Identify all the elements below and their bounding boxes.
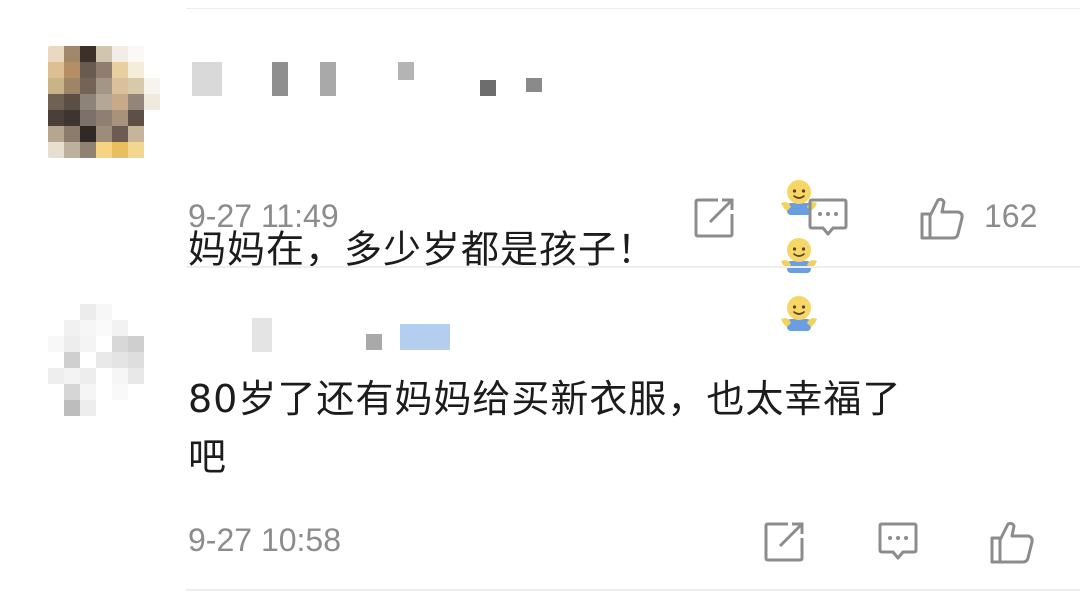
top-divider	[186, 8, 1080, 9]
thumbs-up-icon[interactable]	[988, 518, 1036, 566]
avatar[interactable]	[48, 46, 160, 158]
comment-timestamp: 9-27 11:49	[188, 198, 339, 234]
comment-text: 妈妈在，多少岁都是孩子！	[188, 107, 825, 397]
username-blurred[interactable]	[186, 318, 466, 352]
thumbs-up-icon[interactable]	[918, 194, 966, 242]
comment-bubble-icon[interactable]	[876, 520, 920, 564]
comment-text: 80岁了还有妈妈给买新衣服，也太幸福了 吧	[188, 377, 902, 479]
share-edit-icon[interactable]	[692, 196, 736, 240]
comment-divider	[186, 589, 1080, 591]
username-blurred[interactable]	[186, 62, 546, 96]
comment-timestamp: 9-27 10:58	[188, 522, 342, 558]
emoji-group	[674, 107, 825, 397]
comment-list: 妈妈在，多少岁都是孩子！ 9-27 11:49 162 80岁了还有妈妈给买新衣…	[0, 0, 1080, 613]
comment-bubble-icon[interactable]	[806, 196, 850, 240]
comment-divider	[186, 266, 1080, 268]
like-count: 162	[984, 198, 1038, 234]
avatar[interactable]	[48, 304, 160, 416]
smiley-hug-emoji-icon	[780, 295, 817, 331]
smiley-hug-emoji-icon	[780, 237, 817, 273]
share-edit-icon[interactable]	[762, 520, 806, 564]
